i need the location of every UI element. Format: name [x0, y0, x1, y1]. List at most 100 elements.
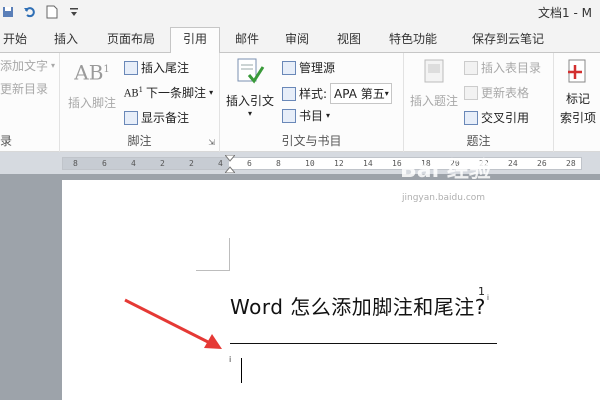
dropdown-arrow-icon: ▾: [248, 109, 253, 118]
group-citations: 插入引文 ▾ 管理源 样式: APA 第五 ▾ 书目 ▾ 引文与书目: [220, 53, 404, 152]
tab-special-features[interactable]: 特色功能: [380, 28, 446, 53]
indent-marker-icon[interactable]: [225, 155, 235, 173]
ruler-tick-label: 6: [102, 159, 107, 168]
watermark-url: jingyan.baidu.com: [402, 193, 486, 203]
cross-reference-label: 交叉引用: [481, 111, 530, 125]
next-footnote-label: 下一条脚注: [146, 86, 207, 100]
dropdown-arrow-icon: ▾: [209, 88, 214, 97]
ruler-area: 8 6 4 2 2 4 6 8 10 12 14 16 18 20 22 24 26 28: [0, 152, 600, 326]
group-index: 标记 索引项: [554, 53, 600, 152]
add-text-label: 添加文字: [0, 59, 49, 73]
text-cursor: [241, 358, 242, 383]
window-title: 文档1 - M: [538, 6, 592, 20]
margin-corner-mark-vertical: [229, 238, 230, 271]
insert-endnote-icon: [124, 60, 138, 75]
show-notes-icon: [124, 110, 138, 125]
tab-home[interactable]: 开始: [0, 28, 30, 53]
ruler-tick-label: 14: [363, 159, 373, 168]
tab-view[interactable]: 视图: [328, 28, 370, 53]
cross-reference-button[interactable]: 交叉引用: [464, 109, 529, 126]
update-table-icon: [464, 85, 478, 100]
ribbon-tabs: 开始 插入 页面布局 引用 邮件 审阅 视图 特色功能 保存到云笔记: [0, 24, 600, 54]
bibliography-button[interactable]: 书目 ▾: [282, 107, 330, 124]
ruler-tick-label: 28: [566, 159, 576, 168]
new-document-icon[interactable]: [44, 4, 60, 20]
group-citations-label: 引文与书目: [281, 134, 342, 148]
update-table-label: 更新表格: [481, 86, 530, 100]
ruler-tick-label: 8: [73, 159, 78, 168]
watermark-brand: Bai 经验: [400, 158, 491, 183]
insert-citation-icon: [235, 57, 265, 88]
mark-entry-button[interactable]: 标记 索引项: [560, 59, 596, 126]
quick-access-toolbar: [0, 3, 82, 21]
group-footnotes-label: 脚注: [127, 134, 152, 148]
group-captions: 插入题注 插入表目录 更新表格 交叉引用 题注: [404, 53, 554, 152]
ruler-tick-label: 4: [218, 159, 223, 168]
ruler-left-margin: [63, 158, 229, 169]
insert-footnote-icon-sup: 1: [103, 64, 110, 75]
update-table-button[interactable]: 更新表格: [464, 84, 529, 101]
ruler-tick-label: 4: [131, 159, 136, 168]
bibliography-icon: [282, 108, 296, 123]
show-notes-label: 显示备注: [141, 111, 190, 125]
insert-table-of-figures-label: 插入表目录: [481, 61, 542, 75]
mark-entry-label-2: 索引项: [560, 111, 597, 125]
insert-footnote-button[interactable]: AB1 插入脚注: [68, 59, 116, 111]
tab-insert[interactable]: 插入: [44, 28, 88, 53]
tab-review[interactable]: 审阅: [276, 28, 318, 53]
style-selector[interactable]: 样式: APA 第五 ▾: [282, 83, 393, 104]
next-footnote-icon-sup: 1: [138, 85, 144, 94]
dropdown-arrow-icon: ▾: [51, 61, 56, 70]
mark-entry-label: 标记: [566, 92, 591, 106]
manage-sources-icon: [282, 60, 296, 75]
undo-icon[interactable]: [22, 4, 38, 20]
cross-reference-icon: [464, 110, 478, 125]
style-value: APA 第五: [334, 87, 385, 101]
insert-table-of-figures-button[interactable]: 插入表目录: [464, 59, 541, 76]
insert-citation-label: 插入引文: [226, 94, 275, 108]
update-toc-label: 更新目录: [0, 82, 49, 96]
ruler-tick-label: 2: [160, 159, 165, 168]
group-footnotes: AB1 插入脚注 插入尾注 AB1 下一条脚注 ▾ 显示备注 脚注 ⇲: [60, 53, 220, 152]
show-notes-button[interactable]: 显示备注: [124, 109, 189, 126]
tab-mailings[interactable]: 邮件: [226, 28, 268, 53]
ruler-tick-label: 24: [508, 159, 518, 168]
manage-sources-label: 管理源: [299, 61, 336, 75]
style-icon: [282, 86, 296, 101]
dropdown-arrow-icon: ▾: [326, 111, 331, 120]
ruler-tick-label: 12: [334, 159, 344, 168]
style-label: 样式:: [299, 87, 328, 101]
footnote-area-mark: i: [229, 355, 232, 364]
bibliography-label: 书目: [299, 109, 324, 123]
footnote-separator: [230, 343, 497, 344]
insert-citation-button[interactable]: 插入引文 ▾: [226, 57, 274, 118]
document-heading[interactable]: Word 怎么添加脚注和尾注?: [230, 291, 486, 320]
footnote-reference[interactable]: 1: [478, 285, 485, 298]
next-footnote-button[interactable]: AB1 下一条脚注 ▾: [124, 84, 213, 101]
update-toc-button[interactable]: 更新目录: [0, 80, 48, 97]
manage-sources-button[interactable]: 管理源: [282, 59, 335, 76]
add-text-button[interactable]: 添加文字 ▾: [0, 57, 55, 74]
insert-caption-label: 插入题注: [410, 94, 459, 108]
chevron-down-icon: ▾: [384, 89, 389, 98]
tab-save-to-cloud-note[interactable]: 保存到云笔记: [460, 28, 556, 53]
tab-references[interactable]: 引用: [170, 27, 220, 54]
dialog-launcher-icon[interactable]: ⇲: [208, 138, 215, 147]
style-dropdown[interactable]: APA 第五 ▾: [330, 83, 393, 104]
title-bar: 文档1 - M: [0, 0, 600, 24]
margin-corner-mark: [196, 270, 230, 271]
next-footnote-icon-text: AB: [124, 88, 139, 100]
mark-entry-icon: [566, 59, 590, 88]
document-page[interactable]: Word 怎么添加脚注和尾注? 1 i i: [62, 180, 600, 400]
tab-page-layout[interactable]: 页面布局: [100, 28, 162, 53]
ruler-tick-label: 8: [276, 159, 281, 168]
footnote-reference-mark: i: [487, 294, 489, 302]
horizontal-ruler[interactable]: 8 6 4 2 2 4 6 8 10 12 14 16 18 20 22 24 26 28: [62, 155, 582, 173]
insert-endnote-label: 插入尾注: [141, 61, 190, 75]
insert-caption-button[interactable]: 插入题注: [410, 59, 458, 109]
group-toc: 添加文字 ▾ 更新目录 录: [0, 53, 60, 152]
insert-endnote-button[interactable]: 插入尾注: [124, 59, 189, 76]
save-icon[interactable]: [0, 4, 16, 20]
customize-qat-icon[interactable]: [66, 4, 82, 20]
table-of-figures-icon: [464, 60, 478, 75]
